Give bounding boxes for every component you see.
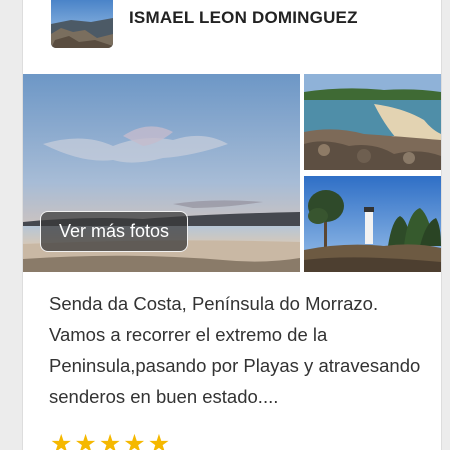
author-avatar[interactable] [51, 0, 113, 48]
star-icon: ★ [50, 430, 73, 450]
post-card: ISMAEL LEON DOMINGUEZ Ver más fotos Send… [22, 0, 442, 450]
more-photos-button[interactable]: Ver más fotos [40, 211, 188, 252]
cove-beach-photo[interactable] [304, 74, 441, 170]
star-icon: ★ [98, 430, 122, 450]
lighthouse-pines-photo[interactable] [304, 176, 441, 272]
post-description[interactable]: Senda da Costa, Península do Morrazo. Va… [49, 288, 429, 412]
star-icon: ★ [74, 430, 97, 450]
star-icon: ★ [147, 430, 171, 450]
star-icon: ★ [123, 430, 146, 450]
author-name[interactable]: ISMAEL LEON DOMINGUEZ [129, 8, 358, 28]
photo-gallery: Ver más fotos [23, 74, 441, 272]
rating-stars: ★ ★ ★ ★ ★ [50, 432, 170, 450]
